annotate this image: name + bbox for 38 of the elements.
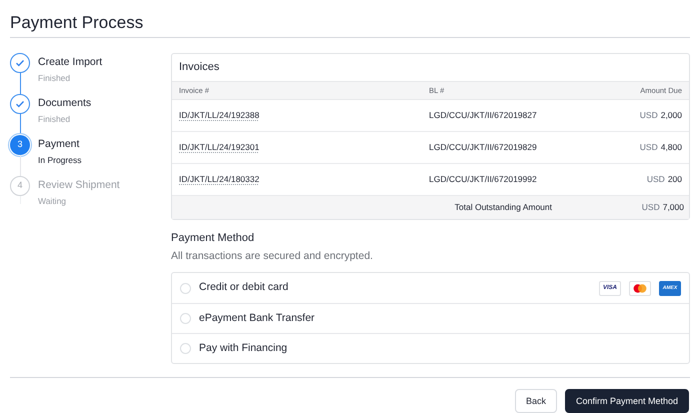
invoice-link[interactable]: ID/JKT/LL/24/192301 <box>179 141 260 154</box>
amount-value: 2,000 <box>660 109 682 122</box>
step-title: Documents <box>38 97 92 110</box>
step-number: 3 <box>10 135 30 155</box>
step-status: Finished <box>38 73 72 84</box>
mastercard-icon <box>629 280 651 296</box>
currency-label: USD <box>640 141 658 154</box>
currency-label: USD <box>642 201 660 214</box>
step-status: Finished <box>38 114 72 125</box>
amount-value: 4,800 <box>660 141 682 154</box>
page-title: Payment Process <box>10 14 144 31</box>
card-title: Invoices <box>179 60 220 76</box>
table-cell-text: LGD/CCU/JKT/II/672019829 <box>429 141 538 154</box>
invoice-link[interactable]: ID/JKT/LL/24/180332 <box>179 173 260 186</box>
option-label[interactable]: Credit or debit card <box>199 280 591 296</box>
step-status: In Progress <box>38 155 82 166</box>
option-label[interactable]: ePayment Bank Transfer <box>199 310 681 327</box>
radio-button[interactable] <box>180 282 191 294</box>
confirm-button[interactable]: Confirm Payment Method <box>564 389 689 413</box>
radio-button[interactable] <box>180 343 191 354</box>
step-number: 4 <box>10 176 30 196</box>
option-label[interactable]: Pay with Financing <box>199 340 681 357</box>
amount-value: 200 <box>668 173 682 186</box>
back-button[interactable]: Back <box>514 389 557 413</box>
step-title: Review Shipment <box>38 179 120 192</box>
invoice-link[interactable]: ID/JKT/LL/24/192388 <box>179 109 260 122</box>
step-status: Waiting <box>38 196 68 207</box>
step-title: Create Import <box>38 56 102 69</box>
total-label: Total Outstanding Amount <box>454 201 553 214</box>
table-cell-text: LGD/CCU/JKT/II/672019827 <box>429 109 538 122</box>
section-subtitle: All transactions are secured and encrypted. <box>171 248 374 264</box>
section-title: Payment Method <box>171 231 256 246</box>
currency-label: USD <box>640 109 658 122</box>
amount-value: 7,000 <box>662 201 684 214</box>
currency-label: USD <box>646 173 665 186</box>
table-cell-text: LGD/CCU/JKT/II/672019992 <box>429 173 538 186</box>
step-title: Payment <box>38 138 80 151</box>
radio-button[interactable] <box>180 313 191 324</box>
